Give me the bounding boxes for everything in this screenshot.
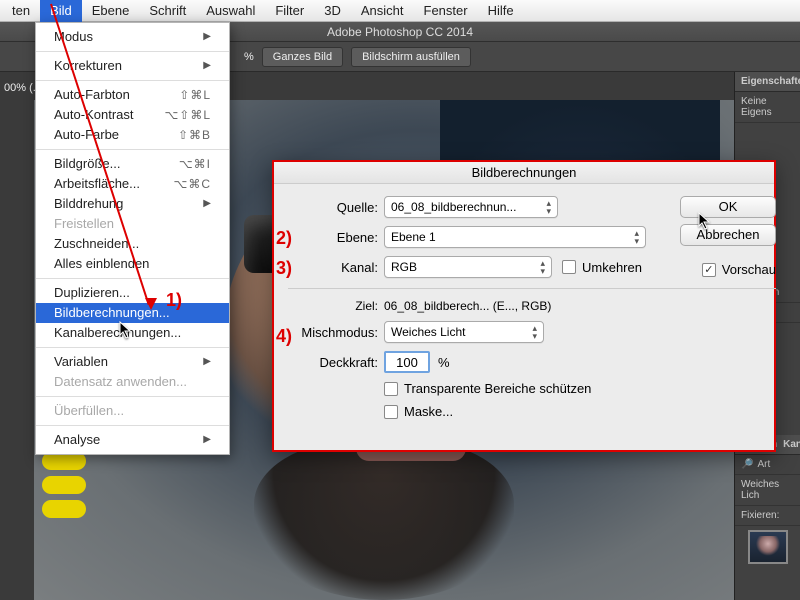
opacity-suffix: % bbox=[438, 355, 450, 370]
menu-item-ansicht[interactable]: Ansicht bbox=[351, 0, 414, 22]
menu-freistellen: Freistellen bbox=[36, 214, 229, 234]
invert-checkbox[interactable] bbox=[562, 260, 576, 274]
properties-panel-header[interactable]: Eigenschaften bbox=[735, 72, 800, 92]
chevron-right-icon: ▶ bbox=[203, 352, 211, 372]
earring-area bbox=[42, 500, 86, 518]
layer-thumbnail[interactable] bbox=[748, 530, 788, 564]
channels-panel-tab[interactable]: Kan bbox=[783, 439, 800, 450]
menu-item-fenster[interactable]: Fenster bbox=[414, 0, 478, 22]
chevron-right-icon: ▶ bbox=[203, 430, 211, 450]
search-icon[interactable]: 🔎 bbox=[741, 459, 753, 470]
blendmode-select[interactable]: Weiches Licht▴▾ bbox=[384, 321, 544, 343]
menu-item-schrift[interactable]: Schrift bbox=[139, 0, 196, 22]
menu-item-auswahl[interactable]: Auswahl bbox=[196, 0, 265, 22]
target-value: 06_08_bildberech... (E..., RGB) bbox=[384, 299, 776, 313]
menu-item-ten[interactable]: ten bbox=[2, 0, 40, 22]
opacity-input[interactable]: 100 bbox=[384, 351, 430, 373]
beard-area bbox=[254, 440, 514, 600]
menu-bilddrehung[interactable]: Bilddrehung▶ bbox=[36, 194, 229, 214]
mask-checkbox[interactable] bbox=[384, 405, 398, 419]
menu-item-hilfe[interactable]: Hilfe bbox=[478, 0, 524, 22]
menu-variablen[interactable]: Variablen▶ bbox=[36, 352, 229, 372]
menu-item-3d[interactable]: 3D bbox=[314, 0, 351, 22]
chevron-right-icon: ▶ bbox=[203, 56, 211, 76]
chevron-right-icon: ▶ bbox=[203, 27, 211, 47]
layer-label: Ebene: bbox=[288, 230, 378, 245]
menu-item-bild[interactable]: Bild bbox=[40, 0, 82, 22]
cancel-button[interactable]: Abbrechen bbox=[680, 224, 776, 246]
preview-checkbox[interactable]: ✓ bbox=[702, 263, 716, 277]
menu-auto-farbton[interactable]: Auto-Farbton⇧⌘L bbox=[36, 85, 229, 105]
target-label: Ziel: bbox=[288, 299, 378, 313]
bild-menu-dropdown: Modus▶ Korrekturen▶ Auto-Farbton⇧⌘L Auto… bbox=[35, 22, 230, 455]
menu-korrekturen[interactable]: Korrekturen▶ bbox=[36, 56, 229, 76]
fit-whole-image-button[interactable]: Ganzes Bild bbox=[262, 47, 343, 67]
menu-bildberechnungen[interactable]: Bildberechnungen... bbox=[36, 303, 229, 323]
menu-zuschneiden[interactable]: Zuschneiden... bbox=[36, 234, 229, 254]
dialog-title: Bildberechnungen bbox=[274, 162, 774, 184]
menu-bildgroesse[interactable]: Bildgröße...⌥⌘I bbox=[36, 154, 229, 174]
menu-arbeitsflaeche[interactable]: Arbeitsfläche...⌥⌘C bbox=[36, 174, 229, 194]
filter-kind-label[interactable]: Art bbox=[757, 459, 770, 470]
menubar: ten Bild Ebene Schrift Auswahl Filter 3D… bbox=[0, 0, 800, 22]
fill-screen-button[interactable]: Bildschirm ausfüllen bbox=[351, 47, 471, 67]
updown-icon: ▴▾ bbox=[546, 199, 551, 215]
source-select[interactable]: 06_08_bildberechnun...▴▾ bbox=[384, 196, 558, 218]
preserve-transparency-label: Transparente Bereiche schützen bbox=[404, 381, 591, 396]
opacity-label: Deckkraft: bbox=[288, 355, 378, 370]
menu-duplizieren[interactable]: Duplizieren... bbox=[36, 283, 229, 303]
menu-alles-einblenden[interactable]: Alles einblenden bbox=[36, 254, 229, 274]
menu-modus[interactable]: Modus▶ bbox=[36, 27, 229, 47]
updown-icon: ▴▾ bbox=[532, 324, 537, 340]
menu-auto-kontrast[interactable]: Auto-Kontrast⌥⇧⌘L bbox=[36, 105, 229, 125]
blend-mode-readout[interactable]: Weiches Lich bbox=[735, 475, 800, 506]
channel-select[interactable]: RGB▴▾ bbox=[384, 256, 552, 278]
zoom-percent-suffix: % bbox=[244, 51, 254, 63]
mask-label: Maske... bbox=[404, 404, 453, 419]
ok-button[interactable]: OK bbox=[680, 196, 776, 218]
preview-label: Vorschau bbox=[722, 262, 776, 277]
menu-auto-farbe[interactable]: Auto-Farbe⇧⌘B bbox=[36, 125, 229, 145]
menu-item-filter[interactable]: Filter bbox=[265, 0, 314, 22]
apply-image-dialog: Bildberechnungen Quelle: 06_08_bildberec… bbox=[272, 160, 776, 452]
layer-select[interactable]: Ebene 1▴▾ bbox=[384, 226, 646, 248]
menu-analyse[interactable]: Analyse▶ bbox=[36, 430, 229, 450]
blendmode-label: Mischmodus: bbox=[288, 325, 378, 340]
lock-label: Fixieren: bbox=[735, 506, 800, 526]
properties-empty-text: Keine Eigens bbox=[735, 92, 800, 123]
menu-datensatz: Datensatz anwenden... bbox=[36, 372, 229, 392]
source-label: Quelle: bbox=[288, 200, 378, 215]
updown-icon: ▴▾ bbox=[540, 259, 545, 275]
menu-kanalberechnungen[interactable]: Kanalberechnungen... bbox=[36, 323, 229, 343]
invert-label: Umkehren bbox=[582, 260, 642, 275]
channel-label: Kanal: bbox=[288, 260, 378, 275]
updown-icon: ▴▾ bbox=[634, 229, 639, 245]
menu-ueberfuellen: Überfüllen... bbox=[36, 401, 229, 421]
menu-item-ebene[interactable]: Ebene bbox=[82, 0, 140, 22]
chevron-right-icon: ▶ bbox=[203, 194, 211, 214]
preserve-transparency-checkbox[interactable] bbox=[384, 382, 398, 396]
